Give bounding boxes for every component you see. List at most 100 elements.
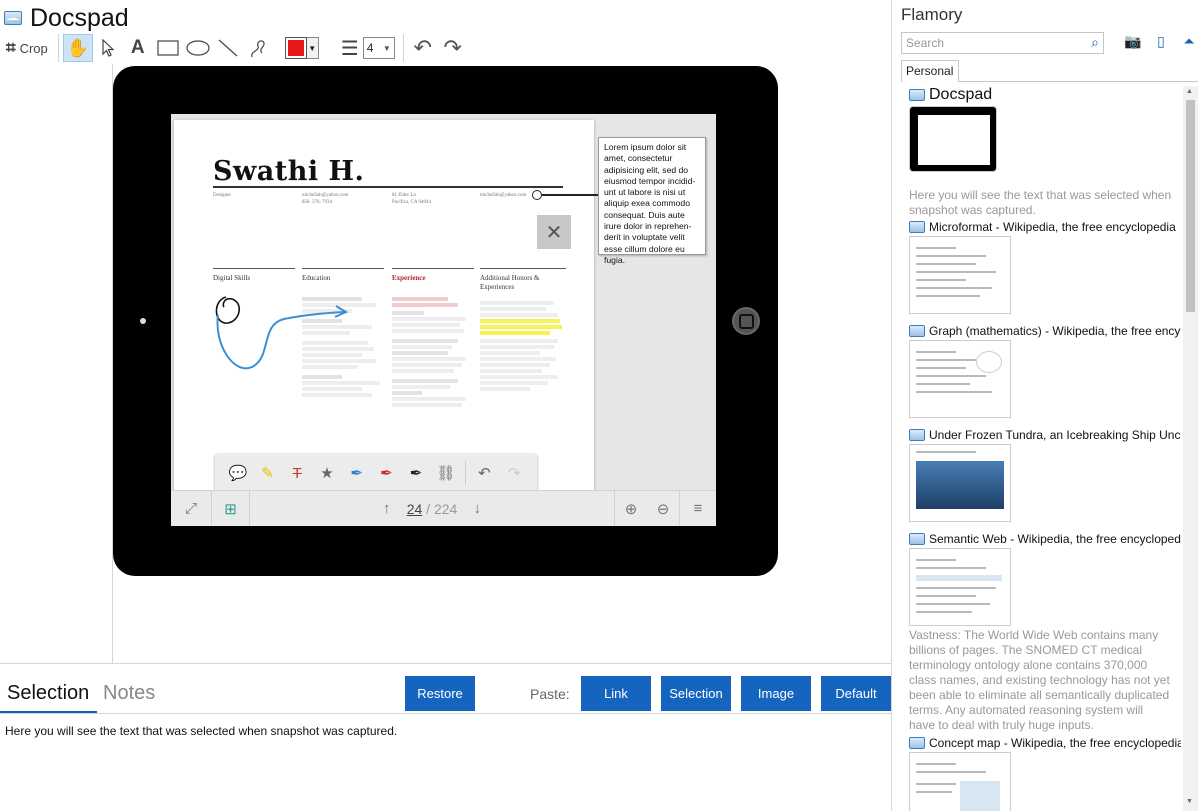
honors-text — [480, 290, 566, 393]
tab-selection[interactable]: Selection — [7, 682, 89, 705]
search-input[interactable]: Search ⌕ — [901, 32, 1104, 54]
paste-default-button[interactable]: Default — [821, 676, 891, 711]
undo-icon[interactable]: ↶ — [408, 34, 438, 62]
freehand-tool-icon[interactable] — [243, 34, 273, 62]
drawing-toolbar: ⌗ Crop ✋ A ▼ ☰ 4 ▼ ↶ ↷ — [4, 33, 468, 63]
flamory-toolbar: 📷 ▯ ⏶ — [1119, 33, 1198, 50]
arrow-down-icon[interactable]: ↓ — [465, 491, 489, 527]
rectangle-tool-icon[interactable] — [153, 34, 183, 62]
camera-icon[interactable]: 📷 — [1119, 33, 1147, 50]
resume-email: michellab@yahoo.com — [302, 193, 349, 198]
scroll-up-icon[interactable]: ▲ — [1186, 88, 1193, 95]
redo-icon[interactable]: ↷ — [438, 34, 468, 62]
snapshot-icon — [909, 737, 925, 749]
redo-icon[interactable]: ↷ — [499, 464, 529, 482]
menu-icon[interactable]: ≡ — [680, 491, 716, 527]
toolbar-separator — [402, 34, 404, 62]
collapse-icon[interactable]: ⏶ — [1175, 33, 1198, 50]
list-item[interactable]: Semantic Web - Wikipedia, the free encyc… — [909, 532, 1181, 733]
section-rule — [213, 268, 295, 269]
resume-address-1: 81 Elder Ln — [392, 193, 416, 198]
tab-underline — [959, 81, 1198, 82]
highlighter-icon[interactable]: ✎ — [253, 464, 283, 482]
fullscreen-icon[interactable]: ⤢ — [171, 491, 211, 527]
list-scrollbar[interactable]: ▲ ▼ — [1183, 86, 1198, 811]
stroke-color-picker[interactable]: ▼ — [284, 37, 319, 59]
annotation-connector — [542, 194, 600, 196]
active-tab-indicator — [0, 711, 97, 713]
arrow-up-icon[interactable]: ↑ — [375, 491, 399, 527]
zoom-out-icon[interactable]: ⊖ — [647, 491, 679, 527]
text-tool-icon[interactable]: A — [123, 34, 153, 62]
list-item-title: Graph (mathematics) - Wikipedia, the fre… — [929, 324, 1181, 338]
resume-address-2: Pacifica, CA 94044 — [392, 200, 432, 205]
crop-button[interactable]: ⌗ Crop — [4, 34, 54, 62]
list-item-title: Microformat - Wikipedia, the free encycl… — [929, 220, 1176, 234]
list-item-header: Semantic Web - Wikipedia, the free encyc… — [909, 532, 1181, 546]
snapshot-canvas[interactable]: Swathi H. Designer michellab@yahoo.com 8… — [0, 64, 891, 664]
scroll-down-icon[interactable]: ▼ — [1186, 798, 1193, 805]
tablet-image: Swathi H. Designer michellab@yahoo.com 8… — [113, 66, 778, 576]
ellipse-tool-icon[interactable] — [183, 34, 213, 62]
pointer-tool-icon[interactable] — [93, 34, 123, 62]
crop-label: Crop — [19, 40, 48, 56]
section-education: Education — [302, 274, 331, 282]
paste-link-button[interactable]: Link — [581, 676, 651, 711]
line-tool-icon[interactable] — [213, 34, 243, 62]
comment-icon[interactable]: 💬 — [223, 464, 253, 482]
resume-phone: 858. 376. 7934 — [302, 200, 332, 205]
list-item[interactable]: Under Frozen Tundra, an Icebreaking Ship… — [909, 428, 1181, 522]
title-bar: Docspad — [4, 2, 129, 34]
snapshot-icon — [909, 325, 925, 337]
list-item[interactable]: Graph (mathematics) - Wikipedia, the fre… — [909, 324, 1181, 418]
snapshot-thumbnail — [909, 340, 1011, 418]
document-icon[interactable]: ▯ — [1147, 33, 1175, 50]
tablet-camera — [140, 318, 146, 324]
ink-annotation — [215, 296, 349, 370]
scroll-thumb[interactable] — [1186, 100, 1195, 312]
link-icon[interactable]: ⛓ — [431, 464, 461, 482]
toolbar-separator — [57, 34, 59, 62]
list-item[interactable]: Microformat - Wikipedia, the free encycl… — [909, 220, 1181, 314]
experience-text — [392, 290, 476, 409]
undo-icon[interactable]: ↶ — [470, 464, 500, 482]
snapshot-icon — [909, 429, 925, 441]
reader-screen: Swathi H. Designer michellab@yahoo.com 8… — [171, 114, 716, 526]
list-item-header: Microformat - Wikipedia, the free encycl… — [909, 220, 1181, 234]
search-icon[interactable]: ⌕ — [1091, 34, 1099, 51]
resume-web: michellab@yahoo.com — [480, 193, 527, 198]
tab-personal[interactable]: Personal — [901, 60, 959, 82]
current-page[interactable]: 24 — [407, 501, 423, 517]
tab-notes[interactable]: Notes — [103, 682, 155, 705]
line-width-select[interactable]: 4 ▼ — [362, 37, 395, 59]
paste-image-button[interactable]: Image — [741, 676, 811, 711]
page-indicator: 24 / 224 — [406, 500, 458, 517]
list-item[interactable]: Docspad Here you will see the text that … — [909, 86, 1181, 218]
paste-selection-button[interactable]: Selection — [661, 676, 731, 711]
chevron-down-icon: ▼ — [306, 37, 319, 59]
list-item-header: Concept map - Wikipedia, the free encycl… — [909, 736, 1181, 750]
snapshot-thumbnail — [909, 752, 1011, 811]
reader-navbar: ⤢ ⊞ ↑ 24 / 224 ↓ ⊕ ⊖ ≡ — [171, 490, 716, 526]
pen-red-icon[interactable]: ✒ — [372, 464, 402, 482]
hand-tool-icon[interactable]: ✋ — [62, 34, 93, 62]
strikethrough-icon[interactable]: T — [282, 465, 312, 482]
zoom-in-icon[interactable]: ⊕ — [615, 491, 647, 527]
section-rule — [392, 268, 474, 269]
app-icon — [4, 11, 22, 25]
restore-button[interactable]: Restore — [405, 676, 475, 711]
add-comment-icon[interactable]: ⊞ — [212, 491, 249, 527]
list-item[interactable]: Concept map - Wikipedia, the free encycl… — [909, 736, 1181, 811]
snapshot-icon — [909, 221, 925, 233]
line-width-icon[interactable]: ☰ — [337, 34, 363, 62]
star-icon[interactable]: ★ — [312, 464, 342, 482]
pen-blue-icon[interactable]: ✒ — [342, 464, 372, 482]
snapshot-thumbnail — [909, 236, 1011, 314]
selection-text[interactable]: Here you will see the text that was sele… — [5, 724, 397, 738]
sticky-note: Lorem ipsum dolor sit amet, consectetur … — [598, 137, 706, 265]
annotation-anchor — [532, 190, 542, 200]
section-rule — [480, 268, 566, 269]
list-item-title: Semantic Web - Wikipedia, the free encyc… — [929, 532, 1181, 546]
pen-black-icon[interactable]: ✒ — [401, 464, 431, 482]
flamory-pane: Flamory Search ⌕ 📷 ▯ ⏶ Personal Docspad … — [893, 0, 1198, 811]
